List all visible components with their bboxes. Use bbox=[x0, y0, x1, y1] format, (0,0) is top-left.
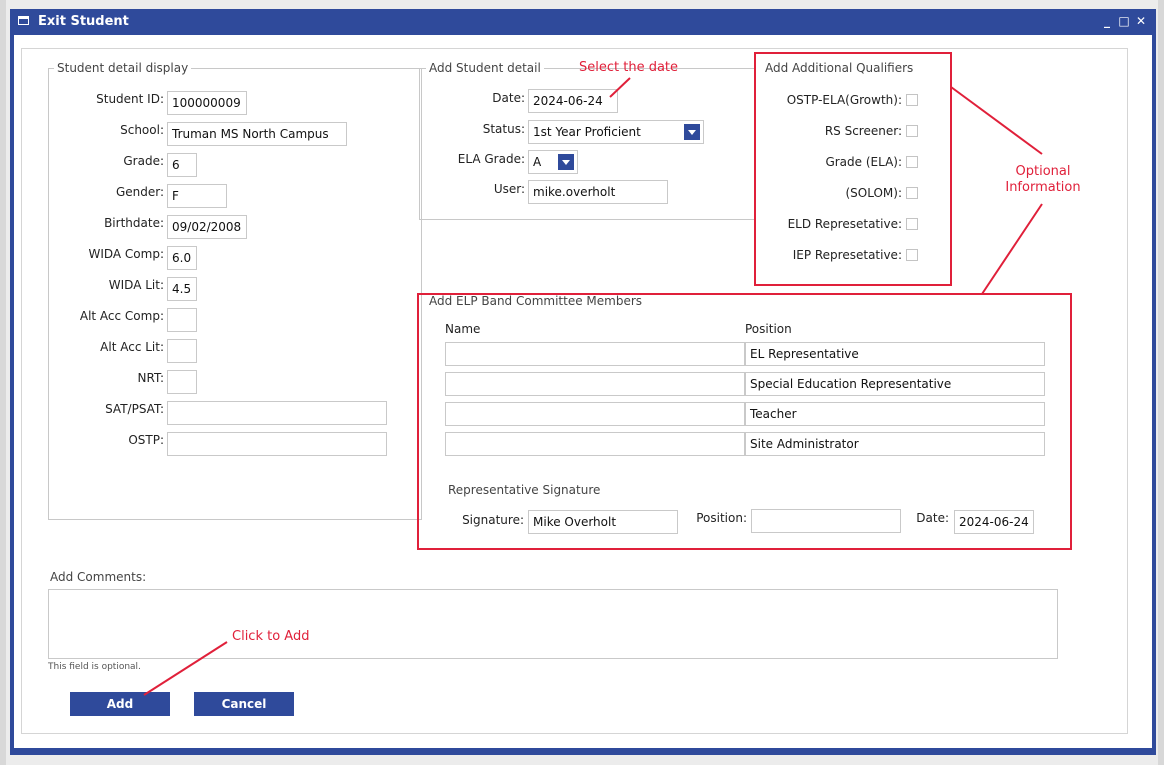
exit-student-dialog: Exit Student _ □ ✕ Student detail displa… bbox=[10, 9, 1156, 755]
annotation-arrows bbox=[143, 77, 1043, 696]
click-to-add-arrow bbox=[143, 641, 228, 696]
dialog-inner-panel: Student detail display Student ID: 100000… bbox=[21, 48, 1128, 734]
background-strip-right bbox=[1158, 0, 1164, 765]
select-date-arrow bbox=[609, 77, 631, 98]
dialog-content: Student detail display Student ID: 100000… bbox=[14, 35, 1152, 748]
optional-arrow-upper bbox=[950, 86, 1043, 155]
close-button[interactable]: ✕ bbox=[1134, 12, 1148, 30]
window-icon bbox=[18, 16, 29, 25]
optional-arrow-lower bbox=[981, 203, 1043, 295]
minimize-button[interactable]: _ bbox=[1100, 12, 1114, 30]
window-title: Exit Student bbox=[38, 14, 129, 29]
maximize-button[interactable]: □ bbox=[1117, 12, 1131, 30]
background-strip-left bbox=[0, 0, 6, 765]
title-bar[interactable]: Exit Student _ □ ✕ bbox=[10, 9, 1156, 35]
